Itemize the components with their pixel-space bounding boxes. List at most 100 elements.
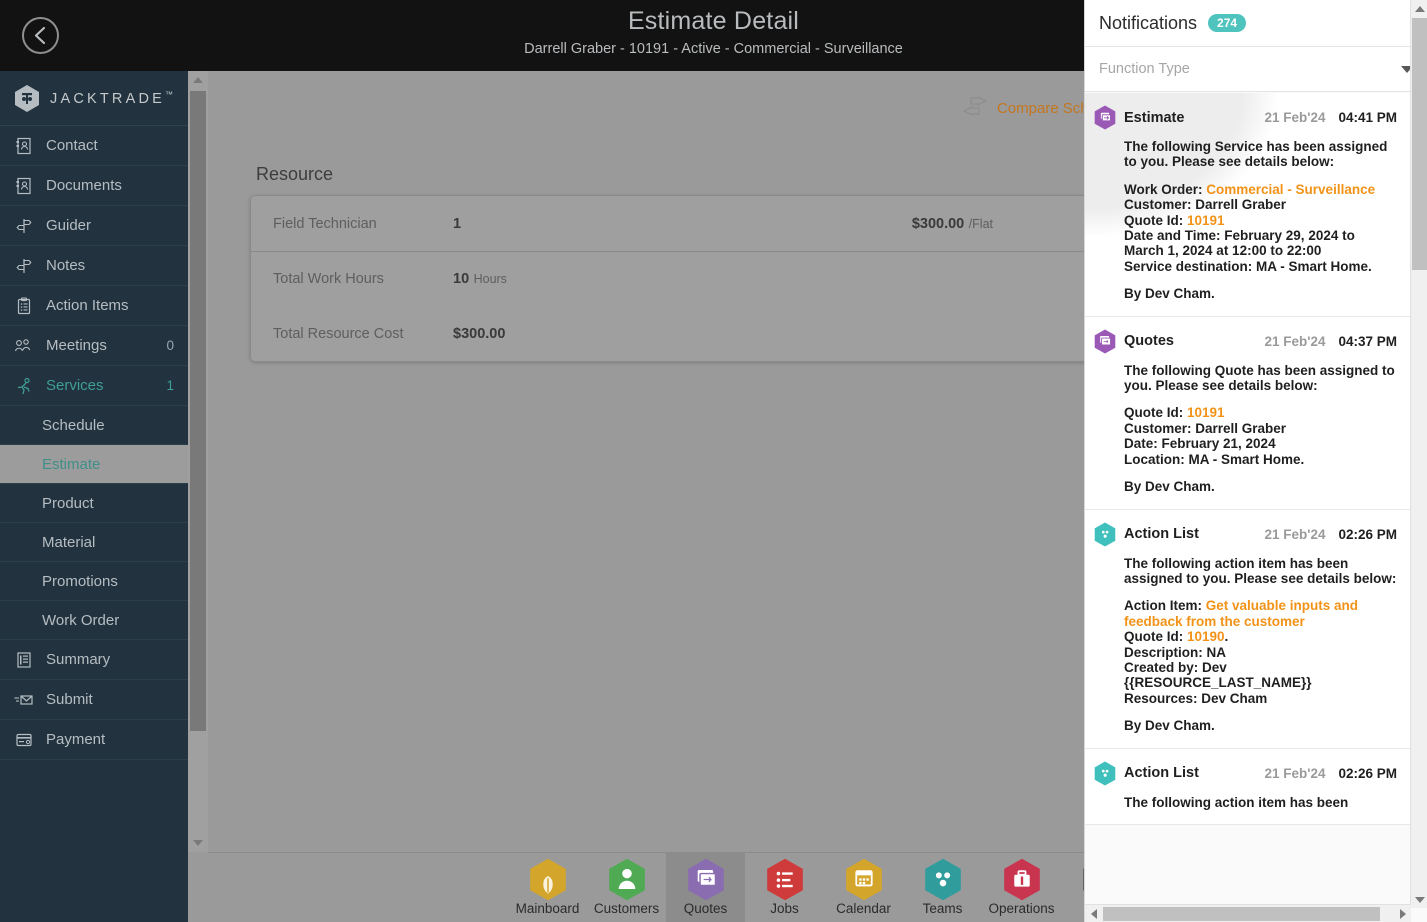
sidebar-item-promotions[interactable]: Promotions (0, 562, 188, 601)
compare-schedule-link[interactable]: Compare Sche (962, 95, 1097, 119)
sidebar-item-label: Estimate (42, 455, 101, 473)
bottom-nav-jobs[interactable]: Jobs (745, 853, 824, 922)
notification-field-label: Quote Id: (1124, 629, 1187, 645)
resource-rate: $300.00 /Flat (911, 215, 993, 232)
sidebar-item-product[interactable]: Product (0, 484, 188, 523)
compare-schedule-label: Compare Sche (996, 99, 1097, 117)
sidebar-item-material[interactable]: Material (0, 523, 188, 562)
notification-body: The following Quote has been assigned to… (1094, 363, 1397, 495)
sidebar-item-label: Payment (46, 731, 106, 748)
sidebar-item-label: Guider (46, 217, 92, 234)
notification-body: The following action item has been assig… (1094, 556, 1397, 734)
action-list-hex-icon (1094, 521, 1116, 547)
notification-type: Quotes (1124, 333, 1174, 350)
sidebar-scrollbar[interactable] (188, 71, 208, 852)
notifications-vertical-scrollbar[interactable] (1410, 0, 1427, 908)
brand-name: JACKTRADE™ (50, 89, 174, 107)
notification-card[interactable]: Quotes 21 Feb'24 04:37 PM The following Quo… (1085, 316, 1411, 510)
scroll-up-arrow-icon[interactable] (1411, 0, 1427, 17)
summary-icon (14, 650, 34, 670)
sidebar-item-action-items[interactable]: Action Items (0, 286, 188, 326)
notification-field-label: Quote Id: (1124, 212, 1187, 228)
notifications-list: Estimate 21 Feb'24 04:41 PM The following S… (1085, 93, 1411, 908)
resource-qty: 1 (453, 215, 462, 232)
sidebar-item-notes[interactable]: Notes (0, 246, 188, 286)
sidebar-item-count: 1 (166, 378, 174, 393)
notification-time: 02:26 PM (1338, 765, 1397, 781)
sidebar-item-submit[interactable]: Submit (0, 680, 188, 720)
sidebar-item-summary[interactable]: Summary (0, 640, 188, 680)
sidebar-item-documents[interactable]: Documents (0, 166, 188, 206)
notification-type: Estimate (1124, 109, 1185, 126)
notification-time: 02:26 PM (1338, 526, 1397, 542)
sidebar-item-work-order[interactable]: Work Order (0, 601, 188, 640)
documents-icon (14, 176, 34, 196)
notification-card[interactable]: Action List 21 Feb'24 02:26 PM The followin… (1085, 509, 1411, 749)
sidebar-item-schedule[interactable]: Schedule (0, 406, 188, 445)
compare-arrows-icon (962, 95, 988, 119)
notification-type: Action List (1124, 526, 1199, 542)
notification-field-label: Location: MA - Smart Home. (1124, 451, 1305, 467)
bottom-nav-quotes[interactable]: Quotes (666, 852, 745, 922)
notification-field-label: Created by: Dev {{RESOURCE_LAST_NAME}} (1124, 659, 1312, 691)
notification-date: 21 Feb'24 (1264, 765, 1326, 781)
notification-card[interactable]: Estimate 21 Feb'24 04:41 PM The following S… (1085, 93, 1411, 317)
notification-intro: The following action item has been assig… (1124, 555, 1397, 586)
sidebar-item-guider[interactable]: Guider (0, 206, 188, 246)
notification-field-label: Action Item: (1124, 598, 1206, 614)
notification-fields: Quote Id: 10191 Customer: Darrell Graber D… (1124, 405, 1397, 467)
bottom-nav-operations[interactable]: Operations (982, 853, 1061, 922)
notification-header: Action List 21 Feb'24 02:26 PM (1094, 761, 1397, 786)
clipboard-icon (14, 296, 34, 316)
section-title-resource: Resource (256, 164, 334, 184)
bottom-nav-mainboard[interactable]: Mainboard (508, 853, 587, 922)
meetings-icon (14, 336, 34, 356)
sidebar-item-label: Documents (46, 177, 122, 194)
notifications-title: Notifications (1099, 12, 1198, 33)
notifications-hscroll-thumb[interactable] (1103, 907, 1380, 921)
notification-fields: Action Item: Get valuable inputs and fee… (1124, 598, 1397, 706)
bottom-nav-label: Jobs (770, 900, 799, 916)
notification-field-label: Customer: Darrell Graber (1124, 420, 1287, 436)
sidebar-item-label: Action Items (46, 297, 129, 314)
sidebar-item-label: Services (46, 377, 104, 394)
brand-logo-area[interactable]: JACKTRADE™ (0, 71, 188, 126)
sidebar-item-label: Work Order (42, 611, 120, 629)
notification-date: 21 Feb'24 (1264, 526, 1326, 542)
function-type-select[interactable]: Function Type (1085, 47, 1427, 92)
teams-hex-icon (924, 858, 962, 901)
bottom-nav-label: Operations (988, 900, 1055, 916)
bottom-nav-label: Quotes (683, 900, 728, 916)
scroll-up-arrow-icon[interactable] (188, 71, 208, 89)
bottom-nav-label: Mainboard (515, 900, 580, 916)
notification-header: Quotes 21 Feb'24 04:37 PM (1094, 329, 1397, 354)
bottom-nav-teams[interactable]: Teams (903, 853, 982, 922)
resource-name: Field Technician (273, 215, 377, 232)
notification-card[interactable]: Action List 21 Feb'24 02:26 PM The followin… (1085, 748, 1411, 825)
sidebar-item-meetings[interactable]: Meetings 0 (0, 326, 188, 366)
sidebar-item-estimate[interactable]: Estimate (0, 445, 188, 484)
sidebar-item-services[interactable]: Services 1 (0, 366, 188, 406)
scroll-down-arrow-icon[interactable] (1411, 891, 1427, 908)
sidebar-item-payment[interactable]: Payment (0, 720, 188, 760)
notifications-count-badge: 274 (1208, 14, 1247, 32)
notification-time: 04:41 PM (1338, 110, 1397, 125)
mainboard-hex-icon (529, 858, 567, 901)
estimate-hex-icon (1094, 105, 1116, 130)
bottom-nav-calendar[interactable]: Calendar (824, 853, 903, 922)
notifications-scroll-thumb[interactable] (1412, 18, 1427, 270)
notification-field-label: Service destination: MA - Smart Home. (1124, 258, 1372, 274)
bottom-nav-customers[interactable]: Customers (587, 853, 666, 922)
notification-intro: The following action item has been (1124, 794, 1349, 810)
scroll-down-arrow-icon[interactable] (188, 834, 208, 852)
notifications-horizontal-scrollbar[interactable] (1085, 904, 1411, 922)
bottom-nav-label: Teams (922, 900, 963, 916)
notifications-panel: Notifications 274 Function Type Estimate… (1084, 0, 1427, 922)
notification-field-label: Resources: Dev Cham (1124, 690, 1268, 706)
sidebar-item-contact[interactable]: Contact (0, 126, 188, 166)
scroll-right-arrow-icon[interactable] (1394, 905, 1411, 922)
notification-field-label: Work Order: (1124, 181, 1207, 197)
scroll-left-arrow-icon[interactable] (1085, 905, 1102, 922)
sidebar-item-label: Summary (46, 651, 111, 668)
sidebar-scrollbar-thumb[interactable] (190, 91, 206, 731)
